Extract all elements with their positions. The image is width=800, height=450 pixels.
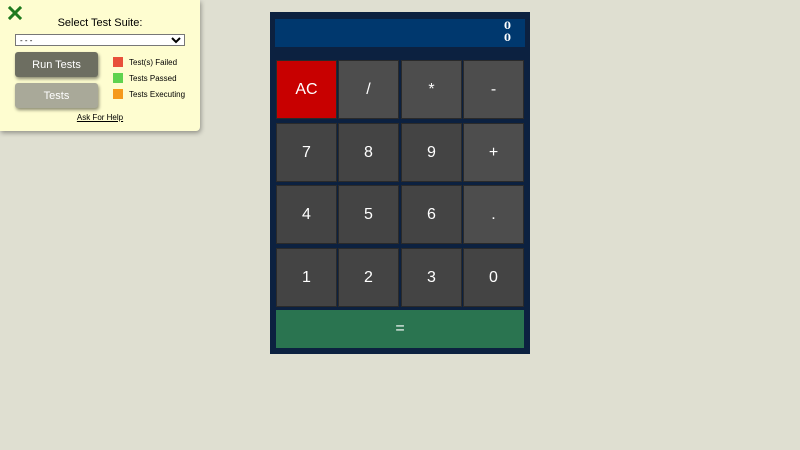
display-result: 0: [504, 33, 511, 44]
legend-executing-label: Tests Executing: [129, 89, 186, 99]
one-button[interactable]: 1: [276, 248, 337, 307]
legend-passed-label: Tests Passed: [129, 73, 177, 83]
legend-failed: Test(s) Failed: [113, 57, 177, 67]
calculator-display: 0 0: [275, 19, 525, 47]
clear-button[interactable]: AC: [276, 60, 337, 119]
ask-for-help-link[interactable]: Ask For Help: [0, 113, 200, 122]
divide-button[interactable]: /: [338, 60, 399, 119]
multiply-button[interactable]: *: [401, 60, 462, 119]
run-tests-button[interactable]: Run Tests: [15, 52, 98, 77]
eight-button[interactable]: 8: [338, 123, 399, 182]
decimal-button[interactable]: .: [463, 185, 524, 244]
six-button[interactable]: 6: [401, 185, 462, 244]
five-button[interactable]: 5: [338, 185, 399, 244]
seven-button[interactable]: 7: [276, 123, 337, 182]
executing-swatch: [113, 89, 123, 99]
legend-executing: Tests Executing: [113, 89, 185, 99]
four-button[interactable]: 4: [276, 185, 337, 244]
tests-button[interactable]: Tests: [15, 83, 98, 108]
calculator: 0 0 AC / * - 7 8 9 + 4 5 6 . 1 2 3 0 =: [270, 12, 530, 354]
legend-failed-label: Test(s) Failed: [129, 57, 178, 67]
nine-button[interactable]: 9: [401, 123, 462, 182]
panel-title: Select Test Suite:: [57, 17, 143, 29]
failed-swatch: [113, 57, 123, 67]
two-button[interactable]: 2: [338, 248, 399, 307]
legend-passed: Tests Passed: [113, 73, 177, 83]
display-expression: 0: [504, 21, 511, 32]
add-button[interactable]: +: [463, 123, 524, 182]
subtract-button[interactable]: -: [463, 60, 524, 119]
zero-button[interactable]: 0: [463, 248, 524, 307]
equals-button[interactable]: =: [276, 310, 524, 348]
passed-swatch: [113, 73, 123, 83]
test-suite-panel: Select Test Suite: - - - Run Tests Tests…: [0, 0, 200, 131]
test-suite-select[interactable]: - - -: [15, 34, 185, 46]
three-button[interactable]: 3: [401, 248, 462, 307]
